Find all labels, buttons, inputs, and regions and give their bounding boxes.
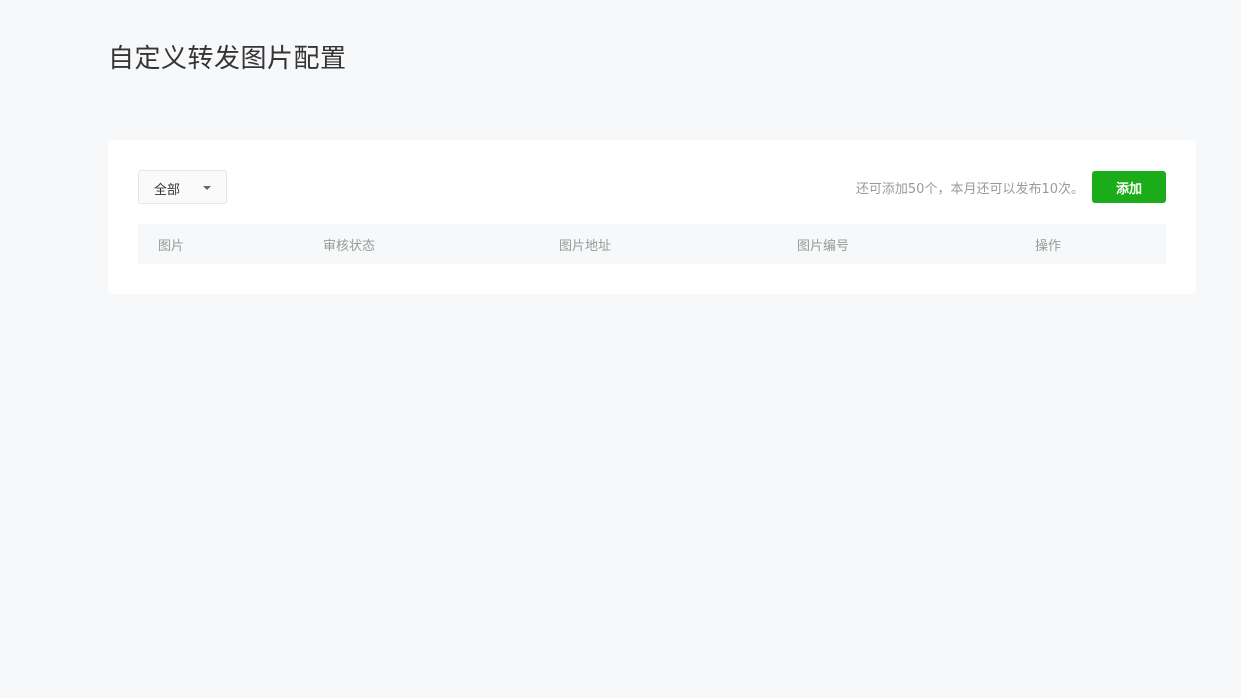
add-button[interactable]: 添加 <box>1092 171 1166 203</box>
toolbar: 全部 还可添加50个，本月还可以发布10次。 添加 <box>138 170 1166 204</box>
column-header-image-id: 图片编号 <box>797 239 850 254</box>
column-header-image-url: 图片地址 <box>559 239 612 254</box>
quota-text: 还可添加50个，本月还可以发布10次。 <box>855 182 1084 197</box>
config-card: 全部 还可添加50个，本月还可以发布10次。 添加 图片 审核状态 图片地址 图… <box>108 140 1196 294</box>
column-header-review-status: 审核状态 <box>323 239 376 254</box>
column-header-actions: 操作 <box>1035 239 1062 254</box>
status-filter-value: 全部 <box>154 183 181 198</box>
column-header-image: 图片 <box>158 239 185 254</box>
table-header: 图片 审核状态 图片地址 图片编号 操作 <box>138 224 1166 264</box>
chevron-down-icon <box>203 186 211 190</box>
page-title: 自定义转发图片配置 <box>108 44 347 74</box>
status-filter-select[interactable]: 全部 <box>138 170 227 204</box>
